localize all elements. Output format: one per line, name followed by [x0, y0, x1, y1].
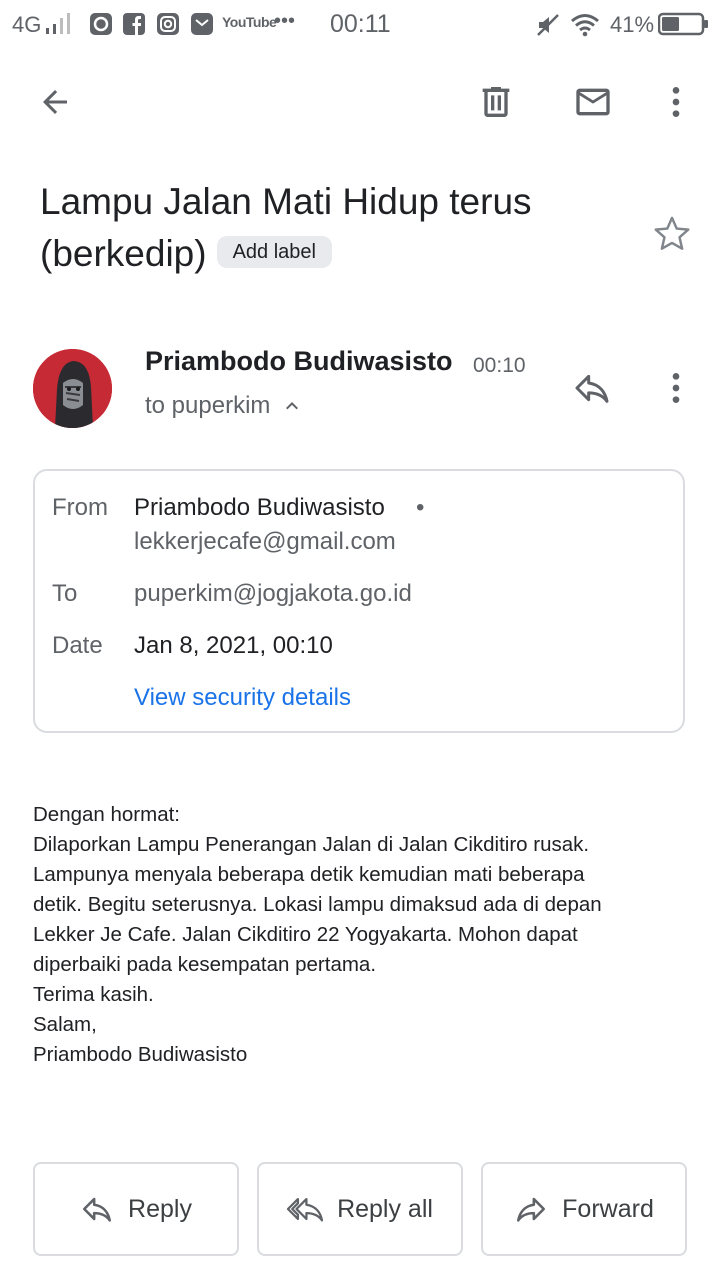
- forward-button[interactable]: Forward: [481, 1162, 687, 1256]
- app-icon: [90, 13, 112, 35]
- body-line: Dilaporkan Lampu Penerangan Jalan di Jal…: [33, 833, 590, 856]
- battery-icon: [658, 12, 708, 36]
- more-dots-icon: •••: [274, 10, 296, 32]
- reply-all-button[interactable]: Reply all: [257, 1162, 463, 1256]
- forward-label: Forward: [562, 1194, 654, 1223]
- back-arrow-icon: [43, 90, 67, 114]
- wifi-icon: [571, 14, 599, 37]
- to-label: To: [52, 580, 78, 607]
- separator-dot: •: [416, 494, 425, 521]
- reply-icon-button[interactable]: [570, 366, 614, 410]
- avatar-image: [33, 349, 112, 428]
- sender-avatar[interactable]: [33, 349, 112, 428]
- star-icon: [654, 216, 690, 250]
- add-label-chip[interactable]: Add label: [216, 236, 332, 269]
- to-summary: to puperkim: [145, 392, 271, 419]
- sender-name: Priambodo Budiwasisto: [145, 346, 453, 376]
- reply-icon: [575, 374, 609, 403]
- from-name: Priambodo Budiwasisto: [134, 494, 385, 521]
- reply-label: Reply: [128, 1194, 192, 1223]
- instagram-icon: [157, 13, 179, 35]
- body-line: detik. Begitu seterusnya. Lokasi lampu d…: [33, 893, 602, 916]
- facebook-icon: [123, 13, 145, 35]
- date-value: Jan 8, 2021, 00:10: [134, 632, 333, 659]
- from-email[interactable]: lekkerjecafe@gmail.com: [134, 528, 396, 556]
- view-security-details-link[interactable]: View security details: [134, 684, 351, 712]
- reply-all-label: Reply all: [337, 1194, 433, 1223]
- to-email[interactable]: puperkim@jogjakota.go.id: [134, 580, 412, 608]
- subject-line-1: Lampu Jalan Mati Hidup terus: [40, 181, 532, 222]
- email-body: Dengan hormat: Dilaporkan Lampu Penerang…: [33, 800, 693, 1070]
- body-line: Dengan hormat:: [33, 803, 181, 826]
- body-line: diperbaiki pada kesempatan pertama.: [33, 953, 377, 976]
- youtube-icon: YouTube: [222, 14, 277, 30]
- delete-icon: [482, 87, 510, 117]
- mark-unread-icon: [576, 88, 610, 116]
- body-line: Terima kasih.: [33, 983, 154, 1006]
- sent-time: 00:10: [473, 354, 526, 377]
- date-label: Date: [52, 632, 103, 659]
- chevron-up-icon: [286, 402, 299, 410]
- body-line: Lekker Je Cafe. Jalan Cikditiro 22 Yogya…: [33, 923, 578, 946]
- body-line: Lampunya menyala beberapa detik kemudian…: [33, 863, 585, 886]
- clock: 00:11: [330, 10, 391, 38]
- from-label: From: [52, 494, 108, 521]
- recipients-toggle[interactable]: to puperkim: [145, 392, 304, 420]
- subject-line-2: (berkedip): [40, 233, 207, 274]
- forward-icon: [517, 1197, 546, 1222]
- network-type: 4G: [12, 12, 42, 37]
- more-vert-icon: [672, 87, 680, 117]
- star-button[interactable]: [650, 212, 694, 256]
- more-vert-icon: [672, 373, 680, 403]
- mute-icon: [537, 14, 559, 36]
- delete-button[interactable]: [474, 80, 518, 124]
- signal-icon: [46, 13, 70, 34]
- mail-icon: [191, 13, 213, 35]
- back-button[interactable]: [33, 80, 77, 124]
- reply-all-icon: [287, 1197, 324, 1222]
- email-subject: Lampu Jalan Mati Hidup terus (berkedip) A…: [40, 176, 640, 280]
- more-options-button[interactable]: [654, 80, 698, 124]
- message-more-button[interactable]: [654, 366, 698, 410]
- reply-icon: [83, 1197, 112, 1222]
- battery-percent: 41%: [610, 12, 655, 37]
- body-line: Priambodo Budiwasisto: [33, 1043, 248, 1066]
- body-line: Salam,: [33, 1013, 97, 1036]
- reply-button[interactable]: Reply: [33, 1162, 239, 1256]
- mark-unread-button[interactable]: [568, 80, 618, 124]
- status-bar: 4G YouTube ••• 00:11 41%: [0, 0, 720, 50]
